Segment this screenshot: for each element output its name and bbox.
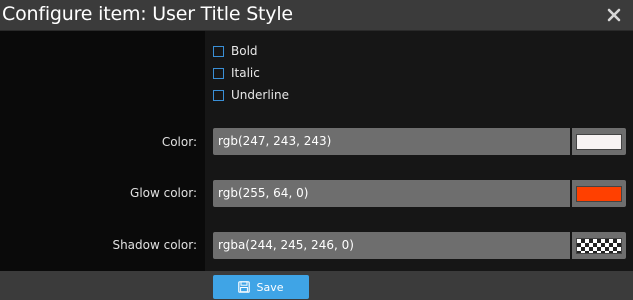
- color-swatch: [576, 134, 622, 150]
- color-input[interactable]: [213, 128, 570, 155]
- italic-checkbox-row[interactable]: Italic: [213, 65, 260, 81]
- bold-checkbox[interactable]: [213, 45, 224, 57]
- color-label: Color:: [161, 135, 197, 149]
- underline-checkbox[interactable]: [213, 89, 224, 101]
- shadow-color-input[interactable]: [213, 232, 570, 259]
- dialog-footer: Save: [0, 271, 633, 300]
- dialog-titlebar: Configure item: User Title Style: [0, 0, 633, 31]
- dialog-title: Configure item: User Title Style: [2, 3, 293, 25]
- save-label: Save: [256, 280, 284, 294]
- close-icon[interactable]: [603, 4, 625, 26]
- save-icon: [238, 281, 251, 293]
- italic-checkbox[interactable]: [213, 67, 224, 79]
- glow-color-swatch-button[interactable]: [572, 180, 626, 207]
- bold-checkbox-row[interactable]: Bold: [213, 43, 258, 59]
- italic-label: Italic: [231, 66, 260, 80]
- label-column: [0, 31, 205, 271]
- glow-color-input[interactable]: [213, 180, 570, 207]
- bold-label: Bold: [231, 44, 258, 58]
- glow-color-label: Glow color:: [130, 186, 197, 200]
- underline-checkbox-row[interactable]: Underline: [213, 87, 289, 103]
- glow-color-swatch: [576, 186, 622, 202]
- underline-label: Underline: [231, 88, 289, 102]
- shadow-color-swatch: [576, 238, 622, 254]
- shadow-color-swatch-button[interactable]: [572, 232, 626, 259]
- save-button[interactable]: Save: [213, 275, 309, 299]
- shadow-color-label: Shadow color:: [112, 238, 197, 252]
- color-swatch-button[interactable]: [572, 128, 626, 155]
